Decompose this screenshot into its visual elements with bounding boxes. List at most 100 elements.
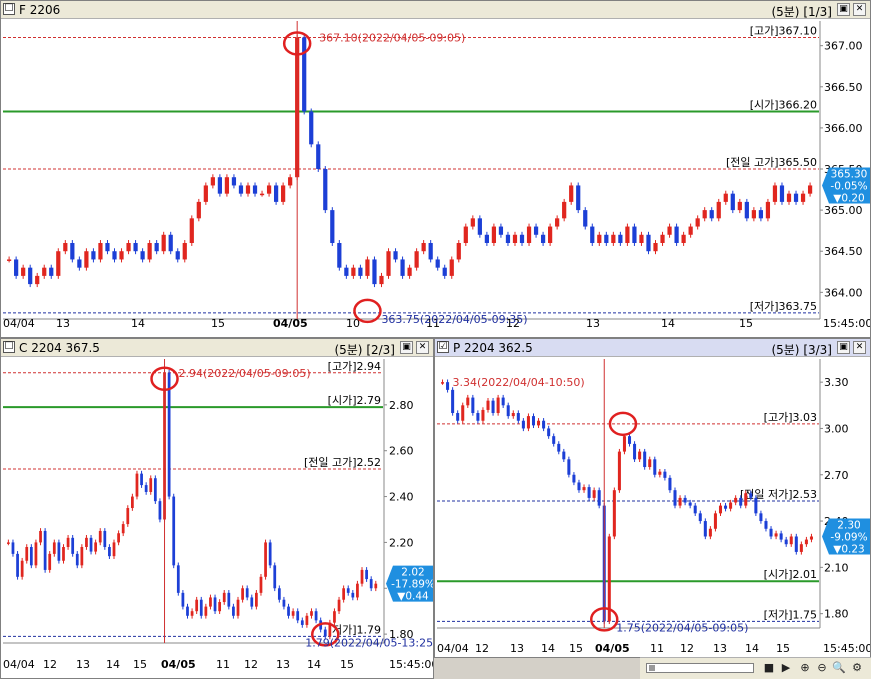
candle (547, 428, 551, 437)
y-tick-label: 366.00 (824, 122, 863, 135)
price-chart[interactable]: 3.303.002.702.402.101.8004/041213141504/… (435, 339, 871, 658)
candle (442, 267, 447, 276)
high-note: 367.10(2022/04/05-09:05) (319, 31, 465, 44)
candle (288, 177, 293, 186)
candle (542, 420, 546, 429)
candle (140, 251, 145, 260)
chart-toolbar: ■ ▶ ⊕ ⊖ 🔍 ⚙ (640, 657, 871, 679)
candle (323, 169, 328, 211)
candle (231, 177, 237, 186)
candle (281, 185, 286, 202)
reference-label: [고가]367.10 (750, 24, 817, 37)
candle (809, 536, 813, 540)
x-tick-label: 14 (106, 658, 120, 671)
candle (232, 606, 235, 616)
x-tick-label: 12 (680, 642, 694, 655)
candle (660, 234, 665, 243)
candle (140, 473, 143, 486)
candle (14, 259, 19, 276)
candle (126, 243, 131, 252)
candle (794, 536, 798, 552)
candle (91, 251, 96, 260)
candle (291, 611, 295, 616)
search-icon[interactable]: 🔍 (832, 661, 846, 675)
candle (105, 243, 110, 252)
candle (42, 267, 47, 276)
candle (407, 267, 412, 276)
candle (702, 210, 707, 219)
candle (316, 144, 321, 169)
candle (43, 530, 47, 570)
candle (625, 226, 630, 243)
candle (302, 37, 307, 112)
candle (227, 592, 231, 607)
candle (786, 193, 792, 202)
scroll-thumb[interactable] (649, 665, 655, 671)
scroll-track[interactable] (646, 663, 754, 673)
candle (421, 243, 426, 252)
candle (648, 459, 652, 468)
candle (217, 177, 222, 194)
candle (337, 599, 341, 612)
price-badge-text: 365.30 (831, 168, 868, 180)
x-tick-label: 14 (541, 642, 555, 655)
candle (57, 542, 61, 561)
candle (807, 185, 813, 194)
candle (583, 210, 588, 227)
candle (154, 243, 159, 252)
y-tick-label: 1.80 (824, 608, 849, 621)
candle (49, 267, 54, 276)
candle (310, 611, 313, 616)
candle (587, 487, 591, 498)
candle (703, 521, 707, 537)
stop-icon[interactable]: ■ (762, 661, 776, 675)
candle (358, 267, 363, 276)
candle (749, 493, 753, 498)
candle (255, 592, 258, 607)
candle (737, 201, 742, 211)
price-badge-text: 2.02 (401, 567, 424, 579)
candle (112, 251, 117, 260)
candle (683, 497, 687, 503)
candle (11, 542, 15, 554)
candle (668, 477, 672, 491)
candle (117, 533, 120, 543)
candle (314, 611, 318, 621)
x-tick-label: 13 (713, 642, 727, 655)
candle (182, 243, 187, 260)
play-icon[interactable]: ▶ (779, 661, 793, 675)
x-tick-label: 15:45:00 (823, 317, 871, 330)
candle (236, 599, 240, 616)
candle (7, 542, 10, 544)
candle (461, 405, 465, 421)
candle (172, 496, 176, 566)
candle (653, 243, 658, 252)
candle (498, 226, 504, 235)
candle (112, 542, 116, 557)
candle (804, 539, 808, 545)
y-tick-label: 2.60 (389, 445, 414, 458)
candle (39, 530, 42, 543)
reference-label: [저가]1.75 (764, 608, 817, 621)
x-tick-label: 15 (340, 658, 354, 671)
price-chart[interactable]: 2.802.602.402.202.001.8004/041213141504/… (1, 339, 434, 679)
candle (273, 565, 277, 589)
settings-icon[interactable]: ⚙ (850, 661, 864, 675)
x-tick-label: 15 (211, 317, 225, 330)
chart-panel-f2206[interactable]: ☐ F 2206 (5분) [1/3] ▣ ✕ 367.00 366.50 366.… (0, 0, 871, 338)
candle (724, 505, 728, 509)
candle (167, 372, 171, 497)
candle (372, 259, 377, 285)
chart-panel-p2204[interactable]: ☑ P 2204 362.5 (5분) [3/3] ▣ ✕ 3.30 3.00 2.… (434, 338, 871, 658)
candle (779, 185, 785, 202)
zoom-in-icon[interactable]: ⊕ (798, 661, 812, 675)
candle (463, 226, 468, 243)
candle (379, 275, 384, 285)
zoom-out-icon[interactable]: ⊖ (815, 661, 829, 675)
candle (633, 443, 637, 460)
candle (245, 588, 249, 598)
candle (734, 497, 738, 503)
price-chart[interactable]: 367.00366.50366.00365.50365.00364.50364.… (1, 1, 871, 338)
candle (181, 592, 185, 607)
chart-panel-c2204[interactable]: ☐ C 2204 367.5 (5분) [2/3] ▣ ✕ 2.80 2.60 2.… (0, 338, 434, 679)
